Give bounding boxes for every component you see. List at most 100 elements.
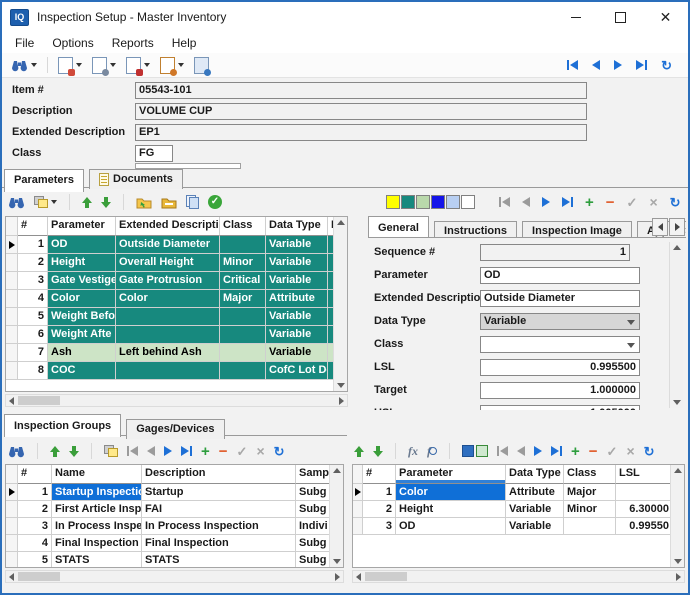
tab-general[interactable]: General (368, 216, 429, 238)
folder-import-icon[interactable] (136, 196, 152, 209)
maximize-button[interactable] (598, 2, 643, 32)
cell[interactable]: Subg (296, 535, 332, 552)
fx-lookup-icon[interactable]: f (427, 444, 437, 459)
cell[interactable]: Variable (266, 254, 328, 272)
cell[interactable]: Left behind Ash (116, 344, 220, 362)
cell[interactable]: Weight Befo (48, 308, 116, 326)
first-record-button[interactable] (567, 60, 578, 70)
last-record-button[interactable] (636, 60, 647, 70)
cell[interactable]: Variable (266, 344, 328, 362)
cell[interactable]: COC (48, 362, 116, 380)
approve-check-icon[interactable]: ✓ (208, 195, 222, 209)
document-report-button[interactable] (191, 55, 212, 76)
vertical-scrollbar[interactable] (333, 217, 347, 391)
usl-field[interactable]: 1.005000 (480, 405, 640, 410)
refresh-icon[interactable]: ↻ (644, 445, 655, 458)
tab-documents[interactable]: Documents (89, 169, 183, 189)
column-header[interactable]: Extended Description (116, 217, 220, 236)
column-header[interactable]: LSL (616, 465, 673, 484)
cell[interactable]: FAI (142, 501, 296, 518)
horizontal-scrollbar[interactable] (5, 570, 344, 583)
menu-options[interactable]: Options (43, 34, 102, 52)
refresh-icon[interactable]: ↻ (670, 196, 681, 209)
add-record-icon[interactable]: + (201, 444, 210, 459)
cell[interactable]: Startup (142, 484, 296, 501)
fx-formula-icon[interactable]: fx (408, 444, 418, 459)
document-history-button[interactable] (157, 55, 187, 76)
cell[interactable]: Final Inspection (52, 535, 142, 552)
cell[interactable]: First Article Inspec (52, 501, 142, 518)
cell[interactable]: Attribute (266, 290, 328, 308)
tab-inspection-image[interactable]: Inspection Image (522, 221, 632, 239)
tab-instructions[interactable]: Instructions (434, 221, 517, 239)
column-header[interactable]: # (18, 465, 52, 484)
cell[interactable]: Startup Inspection (52, 484, 142, 501)
cell[interactable] (220, 326, 266, 344)
cell[interactable]: Height (48, 254, 116, 272)
cell[interactable]: 3 (363, 518, 396, 535)
cell[interactable]: 4 (18, 535, 52, 552)
prev-record-button[interactable] (147, 446, 155, 456)
cell[interactable]: 2 (363, 501, 396, 518)
class-select[interactable] (480, 336, 640, 353)
cell[interactable]: Indivi (296, 518, 332, 535)
column-header[interactable]: # (363, 465, 396, 484)
cell[interactable] (220, 308, 266, 326)
move-up-icon[interactable] (354, 446, 364, 457)
cell[interactable]: CofC Lot Do (266, 362, 328, 380)
cell[interactable] (116, 308, 220, 326)
cell[interactable]: 2 (18, 254, 48, 272)
cell[interactable]: In Process Inspection (142, 518, 296, 535)
cell[interactable]: OD (396, 518, 506, 535)
vertical-scrollbar[interactable] (329, 465, 343, 567)
vertical-scrollbar[interactable] (669, 242, 683, 408)
delete-record-icon[interactable]: − (219, 444, 228, 459)
column-header[interactable]: Name (52, 465, 142, 484)
horizontal-scrollbar[interactable] (352, 570, 685, 583)
cell[interactable]: Outside Diameter (116, 236, 220, 254)
cell[interactable]: STATS (52, 552, 142, 568)
cell[interactable]: Minor (220, 254, 266, 272)
move-down-icon[interactable] (373, 446, 383, 457)
cell[interactable] (220, 362, 266, 380)
cell[interactable]: 8 (18, 362, 48, 380)
tab-inspection-groups[interactable]: Inspection Groups (4, 414, 121, 437)
cancel-edit-icon[interactable]: × (256, 444, 264, 458)
cell[interactable]: Overall Height (116, 254, 220, 272)
move-up-icon[interactable] (50, 446, 60, 457)
item-number-field[interactable]: 05543-101 (135, 82, 587, 99)
view-cascade-icon[interactable] (104, 445, 118, 457)
description-field[interactable]: VOLUME CUP (135, 103, 587, 120)
cell[interactable] (220, 344, 266, 362)
find-binoculars-icon[interactable] (8, 196, 25, 209)
cell[interactable]: Color (116, 290, 220, 308)
cell[interactable]: STATS (142, 552, 296, 568)
cancel-edit-icon[interactable]: × (649, 195, 657, 209)
cell[interactable] (220, 236, 266, 254)
target-field[interactable]: 1.000000 (480, 382, 640, 399)
prev-record-button[interactable] (592, 60, 600, 70)
lsl-field[interactable]: 0.995500 (480, 359, 640, 376)
tab-parameters[interactable]: Parameters (4, 169, 84, 192)
find-binoculars-icon[interactable] (8, 445, 25, 458)
cell[interactable]: Major (564, 484, 616, 501)
refresh-icon[interactable]: ↻ (274, 445, 285, 458)
parameter-field[interactable]: OD (480, 267, 640, 284)
extended-description-field[interactable]: EP1 (135, 124, 587, 141)
post-edit-icon[interactable]: ✓ (607, 445, 618, 458)
cell[interactable]: Gate Protrusion (116, 272, 220, 290)
cell[interactable]: 7 (18, 344, 48, 362)
column-header[interactable]: Samp (296, 465, 332, 484)
prev-record-button[interactable] (517, 446, 525, 456)
cell[interactable]: Subg (296, 501, 332, 518)
cell[interactable]: Weight Afte (48, 326, 116, 344)
cell[interactable]: 5 (18, 552, 52, 568)
cell[interactable]: Gate Vestige (48, 272, 116, 290)
cell[interactable]: Ash (48, 344, 116, 362)
cell[interactable]: Variable (266, 308, 328, 326)
column-header[interactable]: Description (142, 465, 296, 484)
last-record-button[interactable] (181, 446, 192, 456)
add-record-icon[interactable]: + (585, 195, 594, 210)
cell[interactable]: Color (396, 484, 506, 501)
cell[interactable]: Subg (296, 552, 332, 568)
